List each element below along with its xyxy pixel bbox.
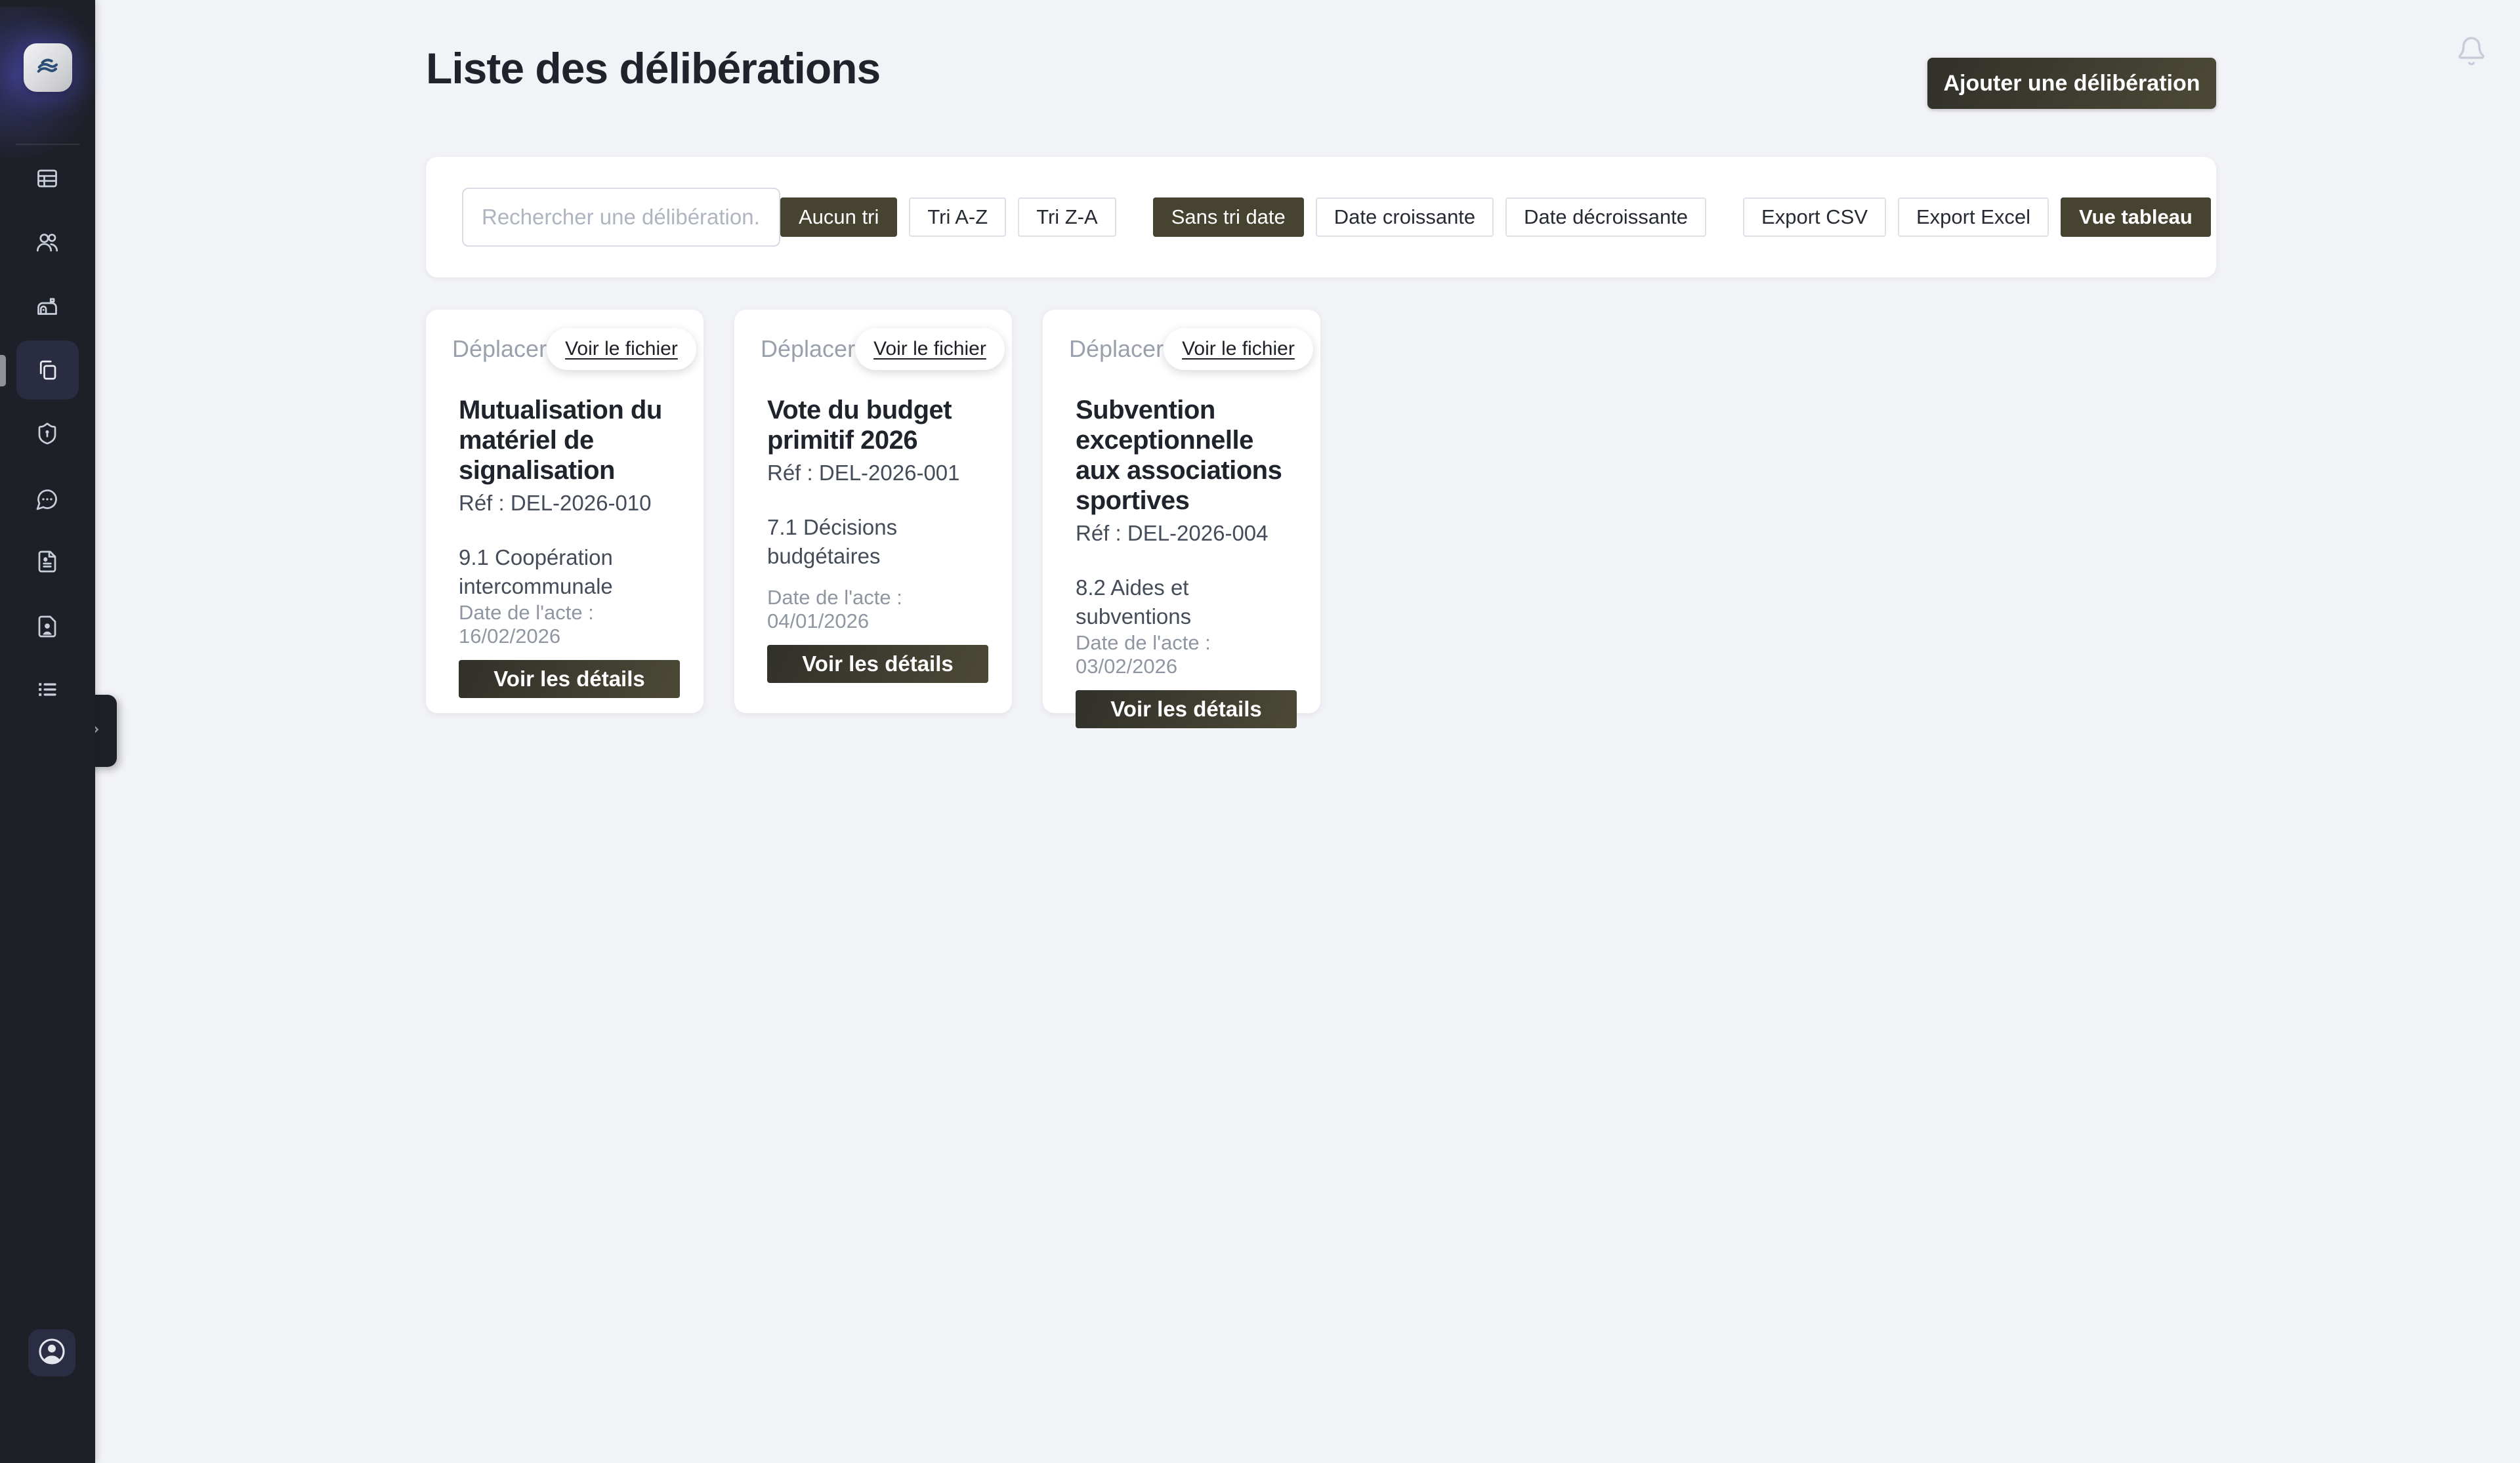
card-reference: Réf : DEL-2026-010: [459, 491, 680, 516]
sort-za-button[interactable]: Tri Z-A: [1018, 197, 1116, 237]
deliberation-card: Déplacer Voir le fichier Subvention exce…: [1043, 310, 1320, 713]
card-category: 7.1 Décisions budgétaires: [767, 513, 988, 571]
date-descending-button[interactable]: Date décroissante: [1505, 197, 1706, 237]
export-excel-button[interactable]: Export Excel: [1898, 197, 2049, 237]
sidebar-item-deliberations[interactable]: [35, 359, 59, 382]
edge-drag-handle[interactable]: [0, 355, 6, 386]
wave-logo-icon: [33, 54, 63, 82]
sort-group: Aucun tri Tri A-Z Tri Z-A: [780, 197, 1116, 237]
card-date: Date de l'acte : 16/02/2026: [459, 601, 680, 648]
filter-toolbar: Aucun tri Tri A-Z Tri Z-A Sans tri date …: [426, 157, 2216, 278]
sidebar-item-registry[interactable]: [35, 168, 59, 192]
users-icon: [35, 231, 59, 258]
date-sort-group: Sans tri date Date croissante Date décro…: [1153, 197, 1706, 237]
card-date: Date de l'acte : 04/01/2026: [767, 586, 988, 633]
list-icon: [35, 678, 59, 705]
card-title: Vote du budget primitif 2026: [767, 395, 988, 455]
deliberation-cards: Déplacer Voir le fichier Mutualisation d…: [426, 310, 1320, 713]
app-logo[interactable]: [24, 43, 72, 92]
search-input[interactable]: [462, 188, 780, 247]
documents-icon: [35, 358, 59, 384]
user-avatar[interactable]: [28, 1329, 75, 1376]
mailbox-icon: [35, 295, 59, 322]
sort-az-button[interactable]: Tri A-Z: [909, 197, 1006, 237]
card-title: Mutualisation du matériel de signalisati…: [459, 395, 680, 485]
card-category: 9.1 Coopération intercommunale: [459, 543, 680, 601]
view-details-button[interactable]: Voir les détails: [1076, 690, 1297, 728]
drag-handle[interactable]: Déplacer: [1066, 335, 1164, 363]
sidebar-item-mailbox[interactable]: [35, 297, 59, 320]
view-details-button[interactable]: Voir les détails: [459, 660, 680, 698]
table-icon: [35, 167, 59, 194]
export-csv-button[interactable]: Export CSV: [1743, 197, 1886, 237]
bell-icon: [2456, 58, 2487, 70]
view-file-button[interactable]: Voir le fichier: [547, 328, 696, 370]
add-deliberation-button[interactable]: Ajouter une délibération: [1927, 58, 2216, 109]
drag-handle[interactable]: Déplacer: [450, 335, 547, 363]
file-contact-icon: [35, 615, 59, 642]
view-details-button[interactable]: Voir les détails: [767, 645, 988, 683]
card-date: Date de l'acte : 03/02/2026: [1076, 631, 1297, 678]
sidebar-item-list[interactable]: [35, 679, 59, 703]
filter-buttons: Aucun tri Tri A-Z Tri Z-A Sans tri date …: [780, 197, 2211, 237]
card-title: Subvention exceptionnelle aux associatio…: [1076, 395, 1297, 516]
sidebar-item-acts[interactable]: [35, 551, 59, 575]
shield-icon: [35, 422, 59, 449]
deliberation-card: Déplacer Voir le fichier Mutualisation d…: [426, 310, 704, 713]
card-category: 8.2 Aides et subventions: [1076, 573, 1297, 631]
date-sort-none-button[interactable]: Sans tri date: [1153, 197, 1304, 237]
sidebar-divider: [16, 144, 79, 145]
sidebar-item-users[interactable]: [35, 232, 59, 256]
sidebar-item-contacts[interactable]: [35, 616, 59, 640]
sidebar-item-messages[interactable]: [35, 489, 59, 512]
notifications-button[interactable]: [2456, 35, 2487, 67]
deliberation-card: Déplacer Voir le fichier Vote du budget …: [734, 310, 1012, 713]
sidebar-item-security[interactable]: [35, 423, 59, 447]
export-group: Export CSV Export Excel Vue tableau: [1743, 197, 2211, 237]
chat-icon: [35, 487, 59, 514]
file-certificate-icon: [35, 550, 59, 577]
view-file-button[interactable]: Voir le fichier: [1164, 328, 1313, 370]
sort-none-button[interactable]: Aucun tri: [780, 197, 897, 237]
date-ascending-button[interactable]: Date croissante: [1316, 197, 1494, 237]
table-view-button[interactable]: Vue tableau: [2061, 197, 2211, 237]
card-reference: Réf : DEL-2026-004: [1076, 521, 1297, 546]
view-file-button[interactable]: Voir le fichier: [855, 328, 1005, 370]
user-avatar-icon: [37, 1336, 67, 1370]
page-title: Liste des délibérations: [426, 43, 880, 93]
drag-handle[interactable]: Déplacer: [758, 335, 855, 363]
sidebar: [0, 0, 95, 1463]
card-reference: Réf : DEL-2026-001: [767, 461, 988, 485]
